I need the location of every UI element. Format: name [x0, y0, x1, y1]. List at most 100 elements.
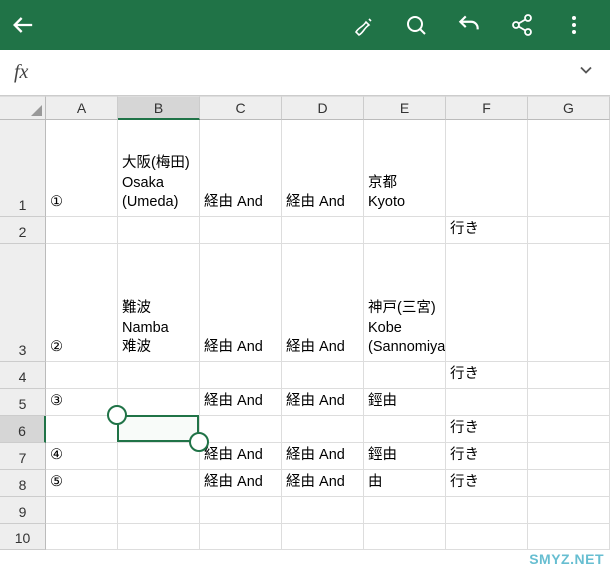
row-header-8[interactable]: 8	[0, 470, 46, 497]
cell-E5[interactable]: 鋞由	[364, 389, 446, 416]
cell-G4[interactable]	[528, 362, 610, 389]
cell-F5[interactable]	[446, 389, 528, 416]
formula-bar[interactable]: fx	[0, 50, 610, 96]
selection-handle-br[interactable]	[189, 432, 209, 452]
cell-A2[interactable]	[46, 217, 118, 244]
cell-E10[interactable]	[364, 524, 446, 550]
cell-G5[interactable]	[528, 389, 610, 416]
cell-G9[interactable]	[528, 497, 610, 524]
cell-A7[interactable]: ④	[46, 443, 118, 470]
cell-C10[interactable]	[200, 524, 282, 550]
cell-G1[interactable]	[528, 120, 610, 217]
col-header-E[interactable]: E	[364, 96, 446, 120]
cell-E6[interactable]	[364, 416, 446, 443]
cell-F4[interactable]: 行き	[446, 362, 528, 389]
col-header-C[interactable]: C	[200, 96, 282, 120]
cell-D4[interactable]	[282, 362, 364, 389]
cell-C1[interactable]: 経由 And	[200, 120, 282, 217]
cell-C7[interactable]: 経由 And	[200, 443, 282, 470]
cell-D8[interactable]: 経由 And	[282, 470, 364, 497]
cell-B10[interactable]	[118, 524, 200, 550]
cell-B5[interactable]	[118, 389, 200, 416]
cell-A3[interactable]: ②	[46, 244, 118, 362]
cell-F2[interactable]: 行き	[446, 217, 528, 244]
cell-C6[interactable]	[200, 416, 282, 443]
cell-C8[interactable]: 経由 And	[200, 470, 282, 497]
row-header-6[interactable]: 6	[0, 416, 46, 443]
more-icon[interactable]	[562, 13, 586, 37]
col-header-A[interactable]: A	[46, 96, 118, 120]
search-icon[interactable]	[404, 13, 428, 37]
cell-F7[interactable]: 行き	[446, 443, 528, 470]
cell-E3[interactable]: 神戸(三宮) Kobe (Sannomiya)	[364, 244, 446, 362]
cell-G6[interactable]	[528, 416, 610, 443]
cell-A6[interactable]	[46, 416, 118, 443]
cell-B8[interactable]	[118, 470, 200, 497]
cell-A10[interactable]	[46, 524, 118, 550]
cell-B3[interactable]: 難波 Namba 难波	[118, 244, 200, 362]
cell-F8[interactable]: 行き	[446, 470, 528, 497]
cell-B4[interactable]	[118, 362, 200, 389]
cell-G8[interactable]	[528, 470, 610, 497]
cell-B7[interactable]	[118, 443, 200, 470]
cell-F6[interactable]: 行き	[446, 416, 528, 443]
cell-A4[interactable]	[46, 362, 118, 389]
cell-E9[interactable]	[364, 497, 446, 524]
grid: ①大阪(梅田) Osaka (Umeda)経由 And経由 And京都 Kyot…	[46, 120, 610, 550]
cell-D2[interactable]	[282, 217, 364, 244]
cell-G7[interactable]	[528, 443, 610, 470]
cell-C4[interactable]	[200, 362, 282, 389]
cell-F3[interactable]	[446, 244, 528, 362]
cell-B1[interactable]: 大阪(梅田) Osaka (Umeda)	[118, 120, 200, 217]
cell-F10[interactable]	[446, 524, 528, 550]
cell-F1[interactable]	[446, 120, 528, 217]
cell-G10[interactable]	[528, 524, 610, 550]
cell-E2[interactable]	[364, 217, 446, 244]
share-icon[interactable]	[510, 13, 534, 37]
cell-E8[interactable]: 由	[364, 470, 446, 497]
cell-B9[interactable]	[118, 497, 200, 524]
row-header-5[interactable]: 5	[0, 389, 46, 416]
row-header-10[interactable]: 10	[0, 524, 46, 550]
selection-handle-tl[interactable]	[107, 405, 127, 425]
row-header-2[interactable]: 2	[0, 217, 46, 244]
cell-C9[interactable]	[200, 497, 282, 524]
cell-C2[interactable]	[200, 217, 282, 244]
cell-D10[interactable]	[282, 524, 364, 550]
back-icon[interactable]	[10, 11, 38, 39]
cell-A1[interactable]: ①	[46, 120, 118, 217]
row-header-1[interactable]: 1	[0, 120, 46, 217]
col-header-G[interactable]: G	[528, 96, 610, 120]
chevron-down-icon[interactable]	[576, 60, 596, 85]
col-header-F[interactable]: F	[446, 96, 528, 120]
cell-A9[interactable]	[46, 497, 118, 524]
row-header-7[interactable]: 7	[0, 443, 46, 470]
cell-C5[interactable]: 経由 And	[200, 389, 282, 416]
cell-E4[interactable]	[364, 362, 446, 389]
cell-D7[interactable]: 経由 And	[282, 443, 364, 470]
draw-icon[interactable]	[352, 13, 376, 37]
cell-D6[interactable]	[282, 416, 364, 443]
row-header-4[interactable]: 4	[0, 362, 46, 389]
row-header-3[interactable]: 3	[0, 244, 46, 362]
cell-D9[interactable]	[282, 497, 364, 524]
cell-C3[interactable]: 経由 And	[200, 244, 282, 362]
cell-D3[interactable]: 経由 And	[282, 244, 364, 362]
undo-icon[interactable]	[456, 12, 482, 38]
cell-B6[interactable]	[118, 416, 200, 443]
row-header-9[interactable]: 9	[0, 497, 46, 524]
cell-D1[interactable]: 経由 And	[282, 120, 364, 217]
cell-F9[interactable]	[446, 497, 528, 524]
cell-E7[interactable]: 鋞由	[364, 443, 446, 470]
cell-D5[interactable]: 経由 And	[282, 389, 364, 416]
cell-E1[interactable]: 京都 Kyoto	[364, 120, 446, 217]
cell-A8[interactable]: ⑤	[46, 470, 118, 497]
col-header-B[interactable]: B	[118, 96, 200, 120]
cell-G3[interactable]	[528, 244, 610, 362]
table-row: 行き	[46, 416, 610, 443]
col-header-D[interactable]: D	[282, 96, 364, 120]
select-all-corner[interactable]	[0, 96, 46, 120]
cell-B2[interactable]	[118, 217, 200, 244]
table-row: 行き	[46, 217, 610, 244]
cell-G2[interactable]	[528, 217, 610, 244]
